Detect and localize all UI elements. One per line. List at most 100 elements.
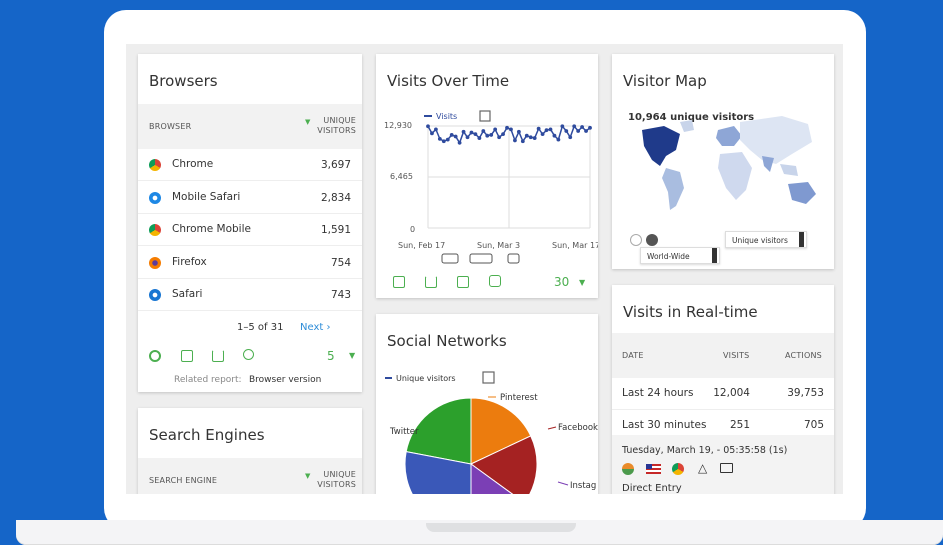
browser-unique-visitors: 754 [330, 256, 351, 269]
export-icon[interactable] [212, 350, 224, 362]
visits-over-time-widget: Visits Over Time Visits 12,930 6,465 0 S… [376, 54, 598, 298]
data-point [516, 129, 521, 134]
data-point [588, 125, 592, 130]
realtime-period: Last 30 minutes [622, 419, 707, 431]
visits-line-chart: Visits 12,930 6,465 0 Sun, Feb 17 Sun, M… [384, 110, 598, 264]
column-header-unique-visitors[interactable]: UNIQUE VISITORS [310, 116, 356, 136]
label-leader [547, 426, 557, 430]
metric-select-value: Unique visitors [732, 236, 788, 245]
image-icon[interactable] [482, 371, 495, 384]
browsers-widget: Browsers BROWSER ▼ UNIQUE VISITORS Chrom… [138, 54, 362, 392]
limit-selector[interactable]: 5 [327, 349, 335, 363]
column-header-browser[interactable]: BROWSER [149, 122, 191, 131]
limit-selector[interactable]: 30 [554, 275, 569, 289]
dashboard-screen: Browsers BROWSER ▼ UNIQUE VISITORS Chrom… [126, 44, 843, 494]
linux-icon: △ [698, 461, 708, 475]
data-point [493, 127, 498, 132]
annotation-icon[interactable] [489, 275, 501, 287]
calendar-icon[interactable] [393, 276, 405, 288]
widget-title: Visitor Map [623, 72, 707, 90]
map-region-europe [716, 126, 742, 146]
annotation-marker[interactable] [469, 253, 493, 264]
data-point [548, 127, 553, 132]
data-point [441, 139, 446, 144]
table-header: SEARCH ENGINE ▼ UNIQUE VISITORS [138, 458, 362, 494]
browser-icon [149, 289, 161, 301]
referrer-label: Direct Entry [622, 483, 682, 494]
export-icon[interactable] [425, 276, 437, 288]
data-point [556, 137, 561, 142]
table-row[interactable]: Chrome 3,697 [138, 149, 362, 181]
chevron-down-icon[interactable]: ▼ [579, 278, 585, 287]
data-point [469, 130, 474, 135]
data-point [426, 124, 430, 129]
search-icon[interactable] [243, 349, 254, 360]
map-region-africa [718, 152, 752, 200]
home-icon[interactable] [646, 234, 658, 246]
data-point [540, 132, 545, 137]
data-point [485, 133, 490, 138]
data-point [584, 129, 588, 133]
data-point [532, 136, 537, 140]
data-point [430, 131, 434, 136]
browser-icon [149, 191, 161, 204]
data-point [497, 135, 502, 140]
label-leader [557, 481, 569, 486]
chevron-down-icon[interactable]: ▼ [349, 351, 355, 360]
last-visit-panel: Tuesday, March 19, - 05:35:58 (1s) △ Dir… [612, 435, 834, 494]
next-page-link[interactable]: Next › [300, 322, 330, 333]
visit-timestamp: Tuesday, March 19, - 05:35:58 (1s) [622, 445, 788, 456]
data-point [560, 124, 565, 129]
social-networks-widget: Social Networks Unique visitors Pinteres… [376, 314, 598, 494]
map-region-india [762, 156, 774, 172]
browser-unique-visitors: 1,591 [320, 224, 351, 236]
data-point [501, 132, 505, 137]
x-tick-label: Sun, Mar 17 [552, 241, 598, 250]
browser-icon [149, 159, 161, 171]
annotation-marker[interactable] [507, 253, 520, 264]
table-row[interactable]: Chrome Mobile 1,591 [138, 214, 362, 246]
realtime-visits: 12,004 [713, 387, 750, 399]
image-icon[interactable] [479, 110, 491, 122]
metric-select[interactable]: Unique visitors [725, 231, 807, 248]
data-point [505, 125, 509, 130]
related-report-label: Related report: [174, 375, 242, 385]
data-point [536, 126, 541, 131]
realtime-widget: Visits in Real-time DATE VISITS ACTIONS … [612, 285, 834, 494]
slice-label-pinterest: Pinterest [500, 393, 538, 403]
data-point [552, 133, 557, 138]
data-point [457, 140, 462, 145]
image-icon[interactable] [457, 276, 469, 288]
column-header-unique-visitors[interactable]: UNIQUE VISITORS [310, 470, 356, 490]
slice-label-twitter: Twitter [389, 427, 419, 437]
related-report-link[interactable]: Browser version [249, 375, 321, 385]
zoom-out-icon[interactable] [630, 234, 642, 246]
table-row[interactable]: Safari 743 [138, 279, 362, 311]
slice-label-facebook: Facebook [558, 423, 598, 433]
widget-title: Visits in Real-time [623, 303, 758, 321]
browser-name: Firefox [172, 255, 207, 268]
browser-unique-visitors: 2,834 [320, 191, 351, 204]
data-point [580, 125, 584, 129]
region-select[interactable]: World-Wide [640, 247, 720, 264]
realtime-actions: 705 [803, 419, 824, 431]
data-point [568, 135, 573, 140]
table-row[interactable]: Mobile Safari 2,834 [138, 182, 362, 214]
data-point [449, 133, 454, 137]
settings-icon[interactable] [149, 350, 161, 362]
browser-name: Safari [172, 288, 203, 300]
annotation-marker[interactable] [441, 253, 459, 264]
x-tick-label: Sun, Mar 3 [477, 241, 520, 250]
table-row[interactable]: Firefox 754 [138, 247, 362, 279]
table-row: Last 24 hours 12,004 39,753 [612, 378, 834, 410]
data-point [481, 129, 486, 133]
visitor-profile-icon[interactable] [622, 463, 634, 475]
table-view-icon[interactable] [181, 350, 193, 362]
laptop-notch [426, 523, 576, 532]
widget-title: Social Networks [387, 332, 507, 350]
column-header-search-engine[interactable]: SEARCH ENGINE [149, 476, 217, 485]
chrome-icon [672, 463, 684, 475]
map-region-greenland [680, 120, 694, 132]
data-point [576, 129, 581, 133]
data-point [461, 129, 466, 134]
